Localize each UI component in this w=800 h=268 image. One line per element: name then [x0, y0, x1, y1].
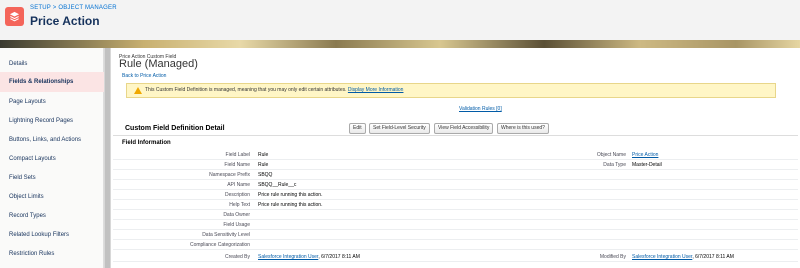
field-row: Compliance Categorization [113, 240, 798, 250]
sidebar-item-object-limits[interactable]: Object Limits [0, 187, 104, 207]
api-name-label: API Name [227, 182, 250, 188]
sidebar-item-related-lookup-filters[interactable]: Related Lookup Filters [0, 225, 104, 245]
field-row: Field Usage [113, 220, 798, 230]
managed-info-banner: This Custom Field Definition is managed,… [126, 83, 776, 98]
field-name-label: Field Name [224, 162, 250, 168]
set-field-level-security-button[interactable]: Set Field-Level Security [369, 123, 430, 134]
sidebar-item-restriction-rules[interactable]: Restriction Rules [0, 244, 104, 264]
field-name-value: Rule [258, 162, 269, 168]
help-text-value: Price rule running this action. [258, 202, 323, 208]
breadcrumb-object-manager[interactable]: OBJECT MANAGER [58, 5, 116, 11]
info-message: This Custom Field Definition is managed,… [145, 87, 347, 93]
compliance-label: Compliance Categorization [189, 242, 250, 248]
detail-header: Custom Field Definition Detail Edit Set … [113, 119, 798, 136]
namespace-prefix-label: Namespace Prefix [209, 172, 250, 178]
field-row: Field Label Rule Object Name Price Actio… [113, 150, 798, 160]
breadcrumb-setup[interactable]: SETUP [30, 5, 51, 11]
sidebar-item-lightning-record-pages[interactable]: Lightning Record Pages [0, 111, 104, 131]
data-owner-label: Data Owner [223, 212, 250, 218]
namespace-prefix-value: SBQQ [258, 172, 273, 178]
layers-icon [5, 7, 24, 26]
data-type-value: Master-Detail [632, 162, 662, 168]
field-row: Help Text Price rule running this action… [113, 200, 798, 210]
sidebar-item-compact-layouts[interactable]: Compact Layouts [0, 149, 104, 169]
data-type-label: Data Type [603, 162, 626, 168]
page-title: Price Action [30, 14, 100, 28]
detail-title: Custom Field Definition Detail [125, 125, 225, 132]
scrollbar-thumb[interactable] [105, 48, 110, 268]
field-row: Namespace Prefix SBQQ [113, 170, 798, 180]
edit-button[interactable]: Edit [349, 123, 366, 134]
sidebar-scrollbar[interactable] [104, 48, 111, 268]
field-row: Data Owner [113, 210, 798, 220]
page-header: SETUP > OBJECT MANAGER Price Action [0, 0, 800, 40]
display-more-information-link[interactable]: Display More Information [348, 87, 404, 93]
field-row: API Name SBQQ__Rule__c [113, 180, 798, 190]
sidebar-item-page-layouts[interactable]: Page Layouts [0, 92, 104, 112]
description-label: Description [224, 192, 250, 198]
created-by-user-link[interactable]: Salesforce Integration User [258, 254, 318, 260]
where-is-this-used-button[interactable]: Where is this used? [497, 123, 549, 134]
object-name-label: Object Name [596, 152, 626, 158]
back-to-price-action-link[interactable]: Back to Price Action [122, 73, 166, 79]
field-row: Data Sensitivity Level [113, 230, 798, 240]
field-row: Field Name Rule Data Type Master-Detail [113, 160, 798, 170]
field-label-value: Rule [258, 152, 269, 158]
validation-rules-link[interactable]: Validation Rules [0] [459, 106, 502, 112]
field-row: Description Price rule running this acti… [113, 190, 798, 200]
created-by-value: Salesforce Integration User, 6/7/2017 8:… [258, 252, 360, 262]
field-row: Created By Salesforce Integration User, … [113, 252, 798, 262]
sidebar: Details Fields & Relationships Page Layo… [0, 48, 104, 268]
banner-image [0, 40, 800, 48]
sidebar-item-fields-relationships[interactable]: Fields & Relationships [0, 72, 104, 92]
main-content: Price Action Custom Field Rule (Managed)… [111, 48, 800, 268]
sidebar-item-buttons-links-actions[interactable]: Buttons, Links, and Actions [0, 130, 104, 150]
modified-by-label: Modified By [599, 254, 626, 260]
section-title: Field Information [122, 140, 171, 146]
view-field-accessibility-button[interactable]: View Field Accessibility [434, 123, 494, 134]
created-by-date: , 6/7/2017 8:11 AM [318, 254, 360, 260]
field-usage-label: Field Usage [223, 222, 250, 228]
api-name-value: SBQQ__Rule__c [258, 182, 297, 188]
sidebar-item-field-sets[interactable]: Field Sets [0, 168, 104, 188]
sidebar-item-details[interactable]: Details [0, 54, 104, 74]
modified-by-date: , 6/7/2017 8:11 AM [692, 254, 734, 260]
help-text-label: Help Text [229, 202, 250, 208]
modified-by-value: Salesforce Integration User, 6/7/2017 8:… [632, 252, 734, 262]
object-name-link[interactable]: Price Action [632, 150, 658, 160]
description-value: Price rule running this action. [258, 192, 323, 198]
field-label-label: Field Label [225, 152, 250, 158]
data-sensitivity-label: Data Sensitivity Level [202, 232, 250, 238]
sidebar-item-record-types[interactable]: Record Types [0, 206, 104, 226]
breadcrumb: SETUP > OBJECT MANAGER [30, 5, 117, 11]
warning-icon [134, 87, 142, 94]
created-by-label: Created By [224, 254, 250, 260]
modified-by-user-link[interactable]: Salesforce Integration User [632, 254, 692, 260]
field-title: Rule (Managed) [119, 58, 198, 70]
